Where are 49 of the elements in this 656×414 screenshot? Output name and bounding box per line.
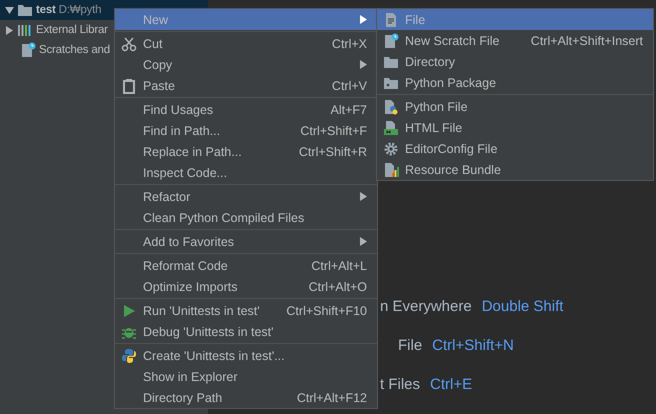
hint-text: t Files — [380, 376, 420, 393]
run-icon — [121, 302, 137, 318]
hint-text: n Everywhere — [380, 298, 472, 315]
python-icon — [121, 348, 137, 364]
menu-item[interactable]: Inspect Code... — [115, 162, 377, 183]
menu-item[interactable]: Refactor — [115, 186, 377, 207]
menu-item[interactable]: Optimize Imports Ctrl+Alt+O — [115, 276, 377, 297]
file-icon — [383, 12, 399, 28]
menu-item[interactable]: Clean Python Compiled Files — [115, 207, 377, 228]
library-icon — [17, 22, 33, 38]
menu-item[interactable]: Reformat Code Ctrl+Alt+L — [115, 255, 377, 276]
scissors-icon — [121, 36, 137, 52]
folder-icon — [17, 2, 33, 18]
menu-item[interactable]: Replace in Path... Ctrl+Shift+R — [115, 141, 377, 162]
menu-item[interactable]: Show in Explorer — [115, 366, 377, 387]
menu-item[interactable]: Find in Path... Ctrl+Shift+F — [115, 120, 377, 141]
hint-shortcut: Ctrl+Shift+N — [432, 337, 514, 354]
scratch-file-icon — [383, 32, 399, 48]
menu-item[interactable]: Paste Ctrl+V — [115, 75, 377, 96]
gear-icon — [383, 140, 399, 156]
menu-item[interactable]: Copy — [115, 54, 377, 75]
menu-item[interactable]: EditorConfig File — [377, 138, 653, 159]
collapse-arrow-icon[interactable] — [4, 6, 14, 14]
scratch-file-icon — [20, 42, 36, 58]
expand-arrow-icon[interactable] — [4, 26, 14, 34]
menu-item[interactable]: Resource Bundle — [377, 159, 653, 180]
menu-item[interactable]: Directory — [377, 51, 653, 72]
hint-shortcut: Double Shift — [482, 298, 564, 315]
tree-label: test — [36, 4, 56, 16]
hint-shortcut: Ctrl+E — [430, 376, 472, 393]
menu-item[interactable]: Find Usages Alt+F7 — [115, 99, 377, 120]
menu-item[interactable]: Create 'Unittests in test'... — [115, 345, 377, 366]
menu-item[interactable]: Debug 'Unittests in test' — [115, 321, 377, 342]
html-file-icon — [383, 120, 399, 136]
menu-item[interactable]: New Scratch File Ctrl+Alt+Shift+Insert — [377, 30, 653, 51]
menu-item[interactable]: Add to Favorites — [115, 231, 377, 252]
menu-item[interactable]: Cut Ctrl+X — [115, 33, 377, 54]
menu-item[interactable]: Python File — [377, 96, 653, 117]
clipboard-icon — [121, 78, 137, 94]
project-path: D:₩pyth — [58, 4, 102, 16]
menu-item[interactable]: Python Package — [377, 72, 653, 93]
menu-item[interactable]: Run 'Unittests in test' Ctrl+Shift+F10 — [115, 300, 377, 321]
hint-text: File — [398, 337, 422, 354]
menu-item[interactable]: HTML File — [377, 117, 653, 138]
tree-label: External Librar — [36, 24, 108, 36]
tree-label: Scratches and — [39, 44, 110, 56]
menu-item[interactable]: Directory Path Ctrl+Alt+F12 — [115, 387, 377, 408]
resource-bundle-icon — [383, 162, 399, 178]
python-file-icon — [383, 98, 399, 114]
